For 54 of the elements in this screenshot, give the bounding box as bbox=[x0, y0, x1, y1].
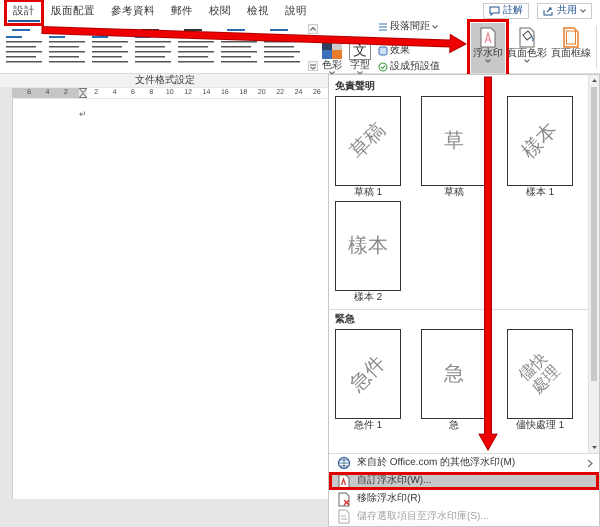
page-border-icon bbox=[562, 27, 580, 48]
ribbon-tab[interactable]: 參考資料 bbox=[106, 3, 160, 22]
watermark-page-icon bbox=[479, 27, 498, 48]
caret-icon bbox=[357, 71, 363, 75]
page-borders-button[interactable]: 頁面框線 bbox=[549, 23, 594, 73]
paragraph-mark: ↵ bbox=[79, 109, 87, 119]
ribbon-tab[interactable]: 說明 bbox=[280, 3, 312, 22]
ribbon-tab[interactable]: 版面配置 bbox=[46, 3, 100, 22]
share-icon bbox=[543, 6, 554, 16]
preview-label: 急 bbox=[448, 420, 460, 432]
ribbon-tab[interactable]: 郵件 bbox=[166, 3, 198, 22]
section-header: 免責聲明 bbox=[335, 81, 376, 93]
caret-icon bbox=[524, 59, 530, 63]
caret-icon bbox=[329, 71, 335, 75]
comment-icon bbox=[489, 6, 500, 16]
remove-page-icon bbox=[337, 492, 351, 507]
preview-label: 樣本 1 bbox=[524, 187, 556, 199]
preview-label: 樣本 2 bbox=[352, 292, 384, 304]
watermark-page-icon bbox=[337, 474, 351, 489]
effects-button[interactable]: 效果 bbox=[378, 46, 460, 56]
caret-icon bbox=[432, 25, 438, 29]
preview-label: 草稿 bbox=[443, 187, 465, 199]
watermark-text: 急 bbox=[444, 363, 464, 385]
globe-icon bbox=[337, 456, 351, 471]
preview-label: 急件 1 bbox=[352, 420, 384, 432]
ribbon-tab[interactable]: 檢視 bbox=[242, 3, 274, 22]
spacing-icon bbox=[378, 22, 388, 32]
watermark-text: 儘快處理 bbox=[515, 349, 564, 399]
preview-label: 儘快處理 1 bbox=[514, 420, 566, 432]
menu-item[interactable]: 自訂浮水印(W)... bbox=[329, 472, 599, 490]
chevron-right-icon bbox=[587, 458, 593, 468]
share-button[interactable]: 共用 bbox=[537, 3, 592, 19]
watermark-text: 草稿 bbox=[346, 119, 390, 163]
watermark-text: 草 bbox=[444, 130, 464, 152]
scroll-up-button[interactable] bbox=[308, 24, 318, 34]
caret-icon bbox=[485, 59, 492, 63]
ribbon-tab[interactable]: 校閱 bbox=[204, 3, 236, 22]
gallery-more-button[interactable] bbox=[308, 61, 318, 71]
watermark-text: 樣本 bbox=[348, 235, 388, 257]
set-default-button[interactable]: 設成預設值 bbox=[378, 62, 460, 72]
watermark-text: 急件 bbox=[346, 352, 390, 396]
watermark-text: 樣本 bbox=[518, 119, 562, 163]
group-label: 文件格式設定 bbox=[134, 74, 196, 87]
page-icon bbox=[337, 509, 351, 524]
caret-icon bbox=[580, 9, 586, 13]
paint-bucket-page-icon bbox=[518, 27, 536, 48]
watermark-button[interactable]: 浮水印 bbox=[471, 23, 506, 73]
check-icon bbox=[378, 62, 388, 72]
effects-icon bbox=[378, 46, 388, 56]
preview-label: 草稿 1 bbox=[352, 187, 384, 199]
paragraph-spacing-button[interactable]: 段落間距 bbox=[378, 22, 460, 32]
section-header: 緊急 bbox=[335, 314, 356, 326]
comment-button[interactable]: 註解 bbox=[483, 3, 529, 19]
scrollbar-thumb[interactable] bbox=[591, 87, 597, 382]
